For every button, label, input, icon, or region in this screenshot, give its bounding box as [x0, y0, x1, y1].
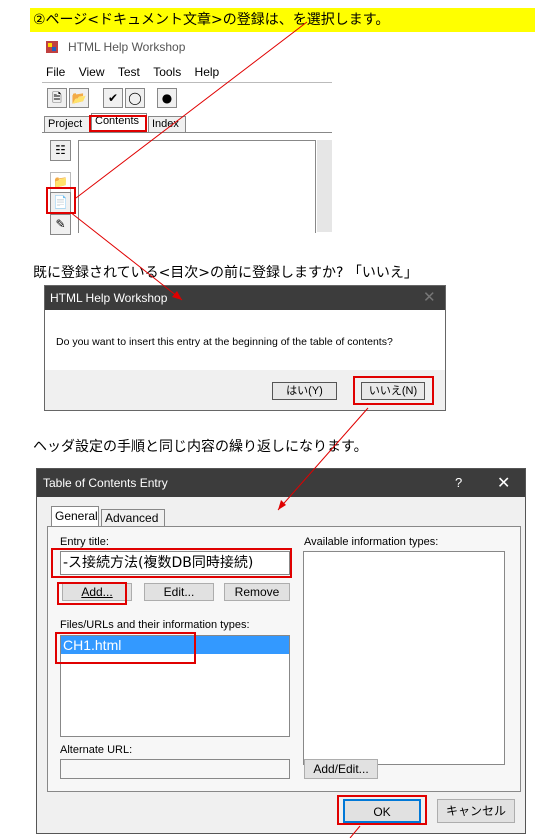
compile-icon[interactable]: ✔	[103, 88, 123, 108]
hhw-tab-underline	[42, 132, 332, 133]
toc-properties-icon[interactable]: ☷	[50, 140, 71, 161]
no-button-highlight	[353, 376, 434, 405]
help-button[interactable]: ?	[455, 475, 462, 490]
menu-file[interactable]: File	[46, 65, 65, 79]
tab-index[interactable]: Index	[148, 116, 186, 132]
cancel-button[interactable]: キャンセル	[437, 799, 515, 823]
page-button-highlight	[46, 187, 76, 214]
ok-button-highlight	[337, 795, 427, 825]
entry-title-label: Entry title:	[60, 536, 109, 548]
hhw-title: HTML Help Workshop	[68, 40, 186, 54]
hhw-window: HTML Help Workshop File View Test Tools …	[42, 36, 332, 235]
hhw-toolbar: 🗎 📂 ✔ ◯ ●	[45, 86, 195, 112]
alternate-url-label: Alternate URL:	[60, 744, 133, 756]
hhw-app-icon	[45, 39, 59, 53]
menu-tools[interactable]: Tools	[153, 65, 181, 79]
close-icon[interactable]: ✕	[423, 288, 436, 306]
menu-view[interactable]: View	[79, 65, 105, 79]
tab-general[interactable]: General	[51, 506, 99, 527]
repeat-note: ヘッダ設定の手順と同じ内容の繰り返しになります。	[33, 439, 368, 455]
available-types-list[interactable]	[303, 551, 505, 765]
question-text: 既に登録されている<目次>の前に登録しますか? 「いいえ」	[33, 265, 418, 281]
remove-button[interactable]: Remove	[224, 583, 290, 601]
hhw-menubar: File View Test Tools Help	[46, 65, 219, 79]
menu-help[interactable]: Help	[195, 65, 220, 79]
confirm-message: Do you want to insert this entry at the …	[56, 336, 393, 348]
add-button-highlight	[57, 582, 127, 605]
add-edit-button[interactable]: Add/Edit...	[304, 759, 378, 779]
toc-dialog-title: Table of Contents Entry	[43, 476, 168, 490]
entry-title-highlight	[51, 548, 292, 578]
tab-project[interactable]: Project	[44, 116, 90, 132]
confirm-dialog-titlebar: HTML Help Workshop ✕	[45, 286, 445, 310]
step1-instruction: ②ページ<ドキュメント文章>の登録は、を選択します。	[30, 8, 535, 32]
edit-button[interactable]: Edit...	[144, 583, 214, 601]
open-folder-icon[interactable]: 📂	[69, 88, 89, 108]
yes-button[interactable]: はい(Y)	[272, 382, 337, 400]
files-label: Files/URLs and their information types:	[60, 619, 250, 631]
menu-test[interactable]: Test	[118, 65, 140, 79]
confirm-dialog-body: Do you want to insert this entry at the …	[45, 310, 445, 370]
edit-entry-icon[interactable]: ✎	[50, 214, 71, 235]
tab-advanced[interactable]: Advanced	[101, 509, 165, 527]
new-file-icon[interactable]: 🗎	[47, 88, 67, 108]
available-types-label: Available information types:	[304, 536, 439, 548]
toc-close-icon[interactable]: ✕	[497, 473, 510, 493]
contents-panel	[78, 140, 316, 233]
panel-right-edge	[317, 140, 332, 232]
confirm-dialog-title: HTML Help Workshop	[50, 291, 168, 305]
toc-titlebar: Table of Contents Entry ? ✕	[37, 469, 525, 497]
view-glasses-icon[interactable]: ◯	[125, 88, 145, 108]
wizard-icon[interactable]: ●	[157, 88, 177, 108]
contents-tab-highlight	[89, 115, 147, 132]
hhw-menu-divider	[42, 82, 332, 83]
files-item-highlight	[55, 632, 196, 664]
alternate-url-input[interactable]	[60, 759, 290, 779]
